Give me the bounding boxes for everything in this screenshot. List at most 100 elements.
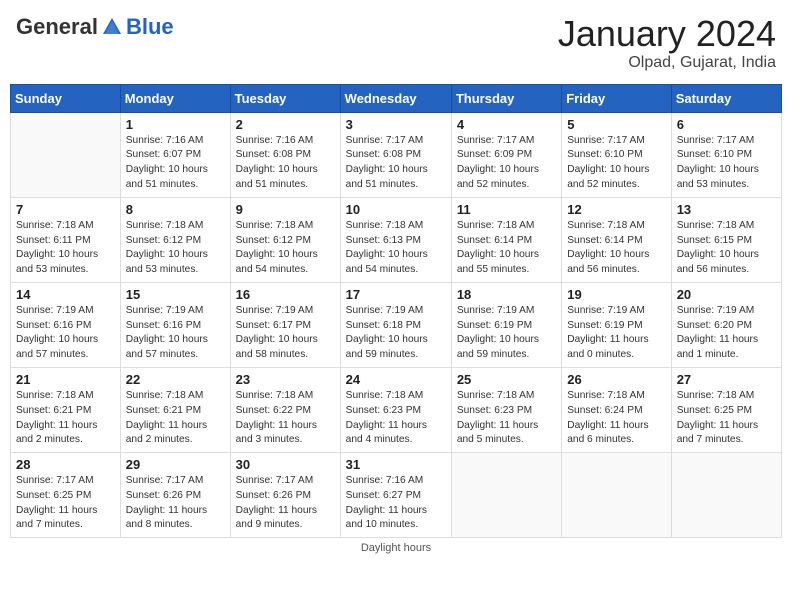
day-number: 29	[126, 457, 225, 472]
day-number: 1	[126, 117, 225, 132]
day-number: 23	[236, 372, 335, 387]
day-info: Sunrise: 7:17 AM Sunset: 6:26 PM Dayligh…	[126, 474, 225, 533]
day-info: Sunrise: 7:18 AM Sunset: 6:12 PM Dayligh…	[236, 219, 335, 278]
location-title: Olpad, Gujarat, India	[558, 54, 776, 72]
logo-icon	[101, 16, 123, 38]
logo-blue-text: Blue	[126, 14, 174, 40]
day-number: 19	[567, 287, 665, 302]
calendar-day-header: Thursday	[451, 84, 561, 112]
day-info: Sunrise: 7:19 AM Sunset: 6:18 PM Dayligh…	[346, 304, 446, 363]
day-number: 21	[16, 372, 115, 387]
calendar-day-header: Sunday	[11, 84, 121, 112]
day-info: Sunrise: 7:19 AM Sunset: 6:17 PM Dayligh…	[236, 304, 335, 363]
day-number: 6	[677, 117, 776, 132]
day-number: 22	[126, 372, 225, 387]
day-info: Sunrise: 7:18 AM Sunset: 6:24 PM Dayligh…	[567, 389, 665, 448]
calendar-cell: 26Sunrise: 7:18 AM Sunset: 6:24 PM Dayli…	[562, 367, 671, 452]
calendar-cell: 6Sunrise: 7:17 AM Sunset: 6:10 PM Daylig…	[671, 112, 781, 197]
footer-text: Daylight hours	[361, 542, 431, 554]
day-number: 4	[457, 117, 556, 132]
calendar-table: SundayMondayTuesdayWednesdayThursdayFrid…	[10, 84, 782, 539]
title-section: January 2024 Olpad, Gujarat, India	[558, 14, 776, 72]
calendar-cell: 20 Sunrise: 7:19 AM Sunset: 6:20 PM Dayli…	[671, 282, 781, 367]
calendar-cell: 13Sunrise: 7:18 AM Sunset: 6:15 PM Dayli…	[671, 197, 781, 282]
calendar-cell: 29 Sunrise: 7:17 AM Sunset: 6:26 PM Dayli…	[120, 453, 230, 538]
day-info: Sunrise: 7:17 AM Sunset: 6:09 PM Dayligh…	[457, 134, 556, 193]
day-number: 3	[346, 117, 446, 132]
day-info: Sunrise: 7:17 AM Sunset: 6:10 PM Dayligh…	[567, 134, 665, 193]
day-info: Sunrise: 7:18 AM Sunset: 6:21 PM Dayligh…	[126, 389, 225, 448]
day-info: Sunrise: 7:18 AM Sunset: 6:11 PM Dayligh…	[16, 219, 115, 278]
logo: General Blue	[16, 14, 174, 40]
calendar-day-header: Friday	[562, 84, 671, 112]
day-number: 25	[457, 372, 556, 387]
day-number: 8	[126, 202, 225, 217]
day-info: Sunrise: 7:19 AM Sunset: 6:19 PM Dayligh…	[567, 304, 665, 363]
calendar-cell	[562, 453, 671, 538]
calendar-cell: 16 Sunrise: 7:19 AM Sunset: 6:17 PM Dayli…	[230, 282, 340, 367]
calendar-cell	[451, 453, 561, 538]
calendar-cell: 24Sunrise: 7:18 AM Sunset: 6:23 PM Dayli…	[340, 367, 451, 452]
day-number: 31	[346, 457, 446, 472]
calendar-cell: 15 Sunrise: 7:19 AM Sunset: 6:16 PM Dayli…	[120, 282, 230, 367]
calendar-cell: 8 Sunrise: 7:18 AM Sunset: 6:12 PM Daylig…	[120, 197, 230, 282]
day-info: Sunrise: 7:18 AM Sunset: 6:25 PM Dayligh…	[677, 389, 776, 448]
day-info: Sunrise: 7:19 AM Sunset: 6:20 PM Dayligh…	[677, 304, 776, 363]
day-number: 10	[346, 202, 446, 217]
day-number: 13	[677, 202, 776, 217]
day-number: 27	[677, 372, 776, 387]
calendar-cell: 22 Sunrise: 7:18 AM Sunset: 6:21 PM Dayli…	[120, 367, 230, 452]
calendar-week-row: 14 Sunrise: 7:19 AM Sunset: 6:16 PM Dayli…	[11, 282, 782, 367]
day-info: Sunrise: 7:19 AM Sunset: 6:16 PM Dayligh…	[126, 304, 225, 363]
calendar-cell: 19 Sunrise: 7:19 AM Sunset: 6:19 PM Dayli…	[562, 282, 671, 367]
day-info: Sunrise: 7:18 AM Sunset: 6:12 PM Dayligh…	[126, 219, 225, 278]
day-number: 15	[126, 287, 225, 302]
day-number: 24	[346, 372, 446, 387]
calendar-cell: 23 Sunrise: 7:18 AM Sunset: 6:22 PM Dayli…	[230, 367, 340, 452]
calendar-header-row: SundayMondayTuesdayWednesdayThursdayFrid…	[11, 84, 782, 112]
day-info: Sunrise: 7:16 AM Sunset: 6:27 PM Dayligh…	[346, 474, 446, 533]
calendar-day-header: Wednesday	[340, 84, 451, 112]
day-info: Sunrise: 7:18 AM Sunset: 6:14 PM Dayligh…	[457, 219, 556, 278]
month-title: January 2024	[558, 14, 776, 54]
page-header: General Blue January 2024 Olpad, Gujarat…	[10, 10, 782, 76]
calendar-cell	[671, 453, 781, 538]
day-info: Sunrise: 7:18 AM Sunset: 6:23 PM Dayligh…	[457, 389, 556, 448]
day-number: 11	[457, 202, 556, 217]
calendar-week-row: 28Sunrise: 7:17 AM Sunset: 6:25 PM Dayli…	[11, 453, 782, 538]
day-number: 30	[236, 457, 335, 472]
day-number: 20	[677, 287, 776, 302]
calendar-day-header: Tuesday	[230, 84, 340, 112]
calendar-cell: 17Sunrise: 7:19 AM Sunset: 6:18 PM Dayli…	[340, 282, 451, 367]
calendar-cell: 14Sunrise: 7:19 AM Sunset: 6:16 PM Dayli…	[11, 282, 121, 367]
calendar-day-header: Saturday	[671, 84, 781, 112]
day-info: Sunrise: 7:16 AM Sunset: 6:08 PM Dayligh…	[236, 134, 335, 193]
calendar-cell: 21 Sunrise: 7:18 AM Sunset: 6:21 PM Dayli…	[11, 367, 121, 452]
day-number: 14	[16, 287, 115, 302]
calendar-cell: 25 Sunrise: 7:18 AM Sunset: 6:23 PM Dayli…	[451, 367, 561, 452]
calendar-cell: 27 Sunrise: 7:18 AM Sunset: 6:25 PM Dayli…	[671, 367, 781, 452]
day-number: 9	[236, 202, 335, 217]
day-info: Sunrise: 7:18 AM Sunset: 6:13 PM Dayligh…	[346, 219, 446, 278]
day-info: Sunrise: 7:18 AM Sunset: 6:21 PM Dayligh…	[16, 389, 115, 448]
day-number: 16	[236, 287, 335, 302]
calendar-cell: 11 Sunrise: 7:18 AM Sunset: 6:14 PM Dayli…	[451, 197, 561, 282]
day-info: Sunrise: 7:17 AM Sunset: 6:25 PM Dayligh…	[16, 474, 115, 533]
calendar-cell: 30Sunrise: 7:17 AM Sunset: 6:26 PM Dayli…	[230, 453, 340, 538]
day-number: 2	[236, 117, 335, 132]
day-info: Sunrise: 7:19 AM Sunset: 6:19 PM Dayligh…	[457, 304, 556, 363]
logo-general-text: General	[16, 14, 98, 40]
day-info: Sunrise: 7:16 AM Sunset: 6:07 PM Dayligh…	[126, 134, 225, 193]
calendar-cell: 9 Sunrise: 7:18 AM Sunset: 6:12 PM Daylig…	[230, 197, 340, 282]
day-info: Sunrise: 7:18 AM Sunset: 6:14 PM Dayligh…	[567, 219, 665, 278]
day-number: 12	[567, 202, 665, 217]
calendar-cell: 18Sunrise: 7:19 AM Sunset: 6:19 PM Dayli…	[451, 282, 561, 367]
calendar-cell: 7Sunrise: 7:18 AM Sunset: 6:11 PM Daylig…	[11, 197, 121, 282]
day-info: Sunrise: 7:18 AM Sunset: 6:22 PM Dayligh…	[236, 389, 335, 448]
day-info: Sunrise: 7:17 AM Sunset: 6:08 PM Dayligh…	[346, 134, 446, 193]
calendar-cell: 5Sunrise: 7:17 AM Sunset: 6:10 PM Daylig…	[562, 112, 671, 197]
calendar-cell: 10 Sunrise: 7:18 AM Sunset: 6:13 PM Dayli…	[340, 197, 451, 282]
calendar-week-row: 1 Sunrise: 7:16 AM Sunset: 6:07 PM Daylig…	[11, 112, 782, 197]
calendar-cell: 2 Sunrise: 7:16 AM Sunset: 6:08 PM Daylig…	[230, 112, 340, 197]
calendar-cell: 28Sunrise: 7:17 AM Sunset: 6:25 PM Dayli…	[11, 453, 121, 538]
